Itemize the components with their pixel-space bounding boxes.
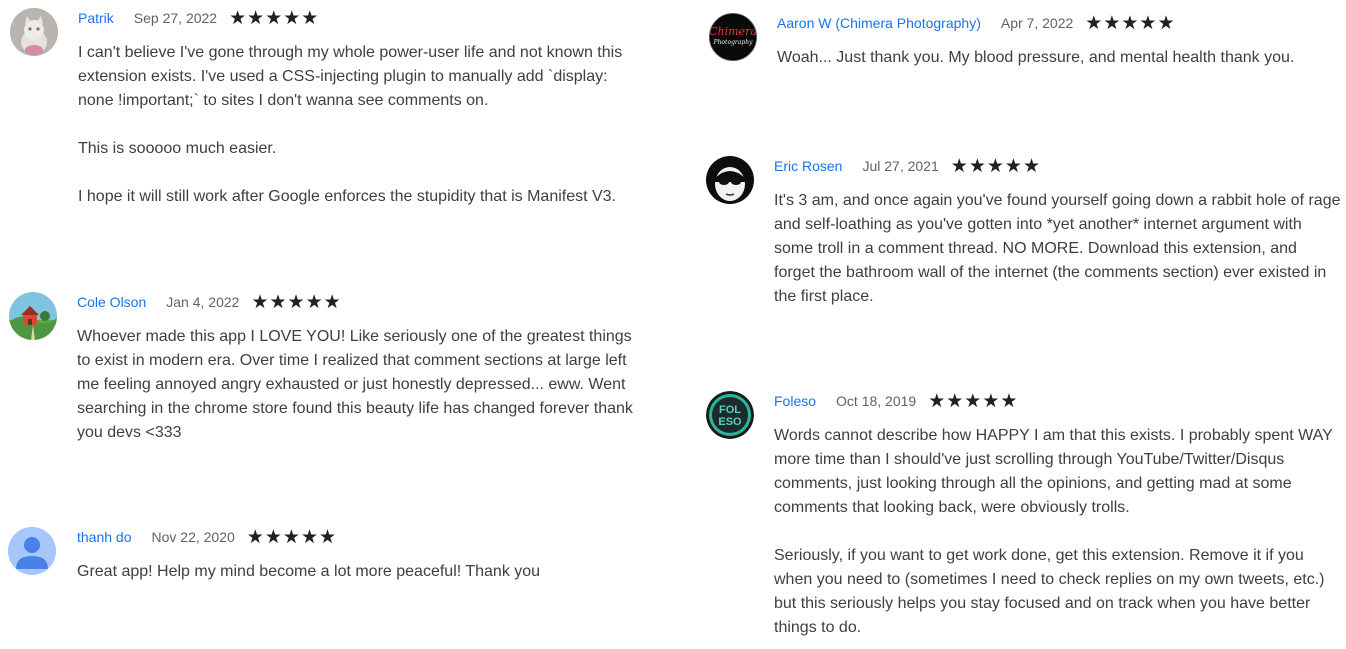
logo-text: ESO	[718, 416, 742, 428]
star-icon: ★	[269, 290, 287, 313]
star-icon: ★	[1103, 11, 1121, 34]
star-icon: ★	[968, 154, 986, 177]
star-icon: ★	[928, 389, 946, 412]
star-icon: ★	[946, 389, 964, 412]
avatar[interactable]	[706, 156, 754, 204]
house-landscape-avatar-icon	[9, 292, 57, 340]
star-icon: ★	[1139, 11, 1157, 34]
star-icon: ★	[964, 389, 982, 412]
star-icon: ★	[318, 525, 337, 548]
masked-face-avatar-icon	[706, 156, 754, 204]
star-icon: ★	[1022, 154, 1040, 177]
star-icon: ★	[986, 154, 1004, 177]
star-icon: ★	[251, 290, 269, 313]
star-icon: ★	[265, 6, 283, 29]
avatar[interactable]	[10, 8, 58, 56]
review-author[interactable]: Aaron W (Chimera Photography)	[777, 15, 981, 31]
star-icon: ★	[1000, 389, 1018, 412]
star-rating: ★ ★ ★ ★ ★	[251, 290, 341, 313]
kitten-photo-avatar-icon	[10, 8, 58, 56]
logo-text: FOL	[719, 404, 741, 416]
star-icon: ★	[1085, 11, 1103, 34]
star-icon: ★	[287, 290, 305, 313]
star-icon: ★	[301, 6, 319, 29]
avatar[interactable]	[9, 292, 57, 340]
star-icon: ★	[264, 525, 282, 548]
star-icon: ★	[229, 6, 247, 29]
avatar[interactable]	[8, 527, 56, 575]
star-rating: ★ ★ ★ ★ ★	[1085, 11, 1175, 34]
review-text: Words cannot describe how HAPPY I am tha…	[774, 427, 1333, 636]
review-text: Great app! Help my mind become a lot mor…	[77, 563, 541, 580]
star-rating: ★ ★ ★ ★ ★	[246, 525, 337, 548]
star-icon: ★	[982, 389, 1000, 412]
foleso-logo-avatar-icon: FOL ESO	[706, 391, 754, 439]
review-date: Oct 18, 2019	[836, 393, 917, 409]
review-text: Whoever made this app I LOVE YOU! Like s…	[77, 328, 633, 441]
star-icon: ★	[305, 290, 323, 313]
review-author[interactable]: Patrik	[78, 10, 114, 26]
review-author[interactable]: Foleso	[774, 393, 816, 409]
star-icon: ★	[1157, 11, 1175, 34]
review-text: I can't believe I've gone through my who…	[78, 44, 623, 205]
avatar[interactable]: FOL ESO	[706, 391, 754, 439]
review-date: Apr 7, 2022	[1000, 15, 1074, 31]
star-icon: ★	[1121, 11, 1139, 34]
star-icon: ★	[283, 6, 301, 29]
review-date: Sep 27, 2022	[133, 10, 218, 26]
review-date: Nov 22, 2020	[151, 529, 235, 545]
review-author[interactable]: Cole Olson	[77, 294, 146, 310]
logo-text: Photography	[713, 39, 754, 46]
star-icon: ★	[247, 6, 265, 29]
review-author[interactable]: Eric Rosen	[774, 158, 842, 174]
star-icon: ★	[282, 525, 300, 548]
review-date: Jan 4, 2022	[166, 294, 240, 310]
star-icon: ★	[950, 154, 968, 177]
logo-text: Chimera	[710, 25, 756, 38]
star-icon: ★	[246, 525, 264, 548]
avatar[interactable]: Chimera Photography	[709, 13, 757, 61]
star-rating: ★ ★ ★ ★ ★	[229, 6, 319, 29]
review-date: Jul 27, 2021	[862, 158, 939, 174]
star-icon: ★	[323, 290, 341, 313]
chimera-photography-logo-avatar-icon: Chimera Photography	[710, 15, 756, 59]
star-icon: ★	[300, 525, 318, 548]
default-person-avatar-icon	[8, 527, 56, 575]
review-author[interactable]: thanh do	[77, 529, 132, 545]
star-rating: ★ ★ ★ ★ ★	[928, 389, 1018, 412]
review-text: It's 3 am, and once again you've found y…	[774, 192, 1341, 305]
star-icon: ★	[1004, 154, 1022, 177]
star-rating: ★ ★ ★ ★ ★	[950, 154, 1041, 177]
review-text: Woah... Just thank you. My blood pressur…	[777, 49, 1295, 66]
